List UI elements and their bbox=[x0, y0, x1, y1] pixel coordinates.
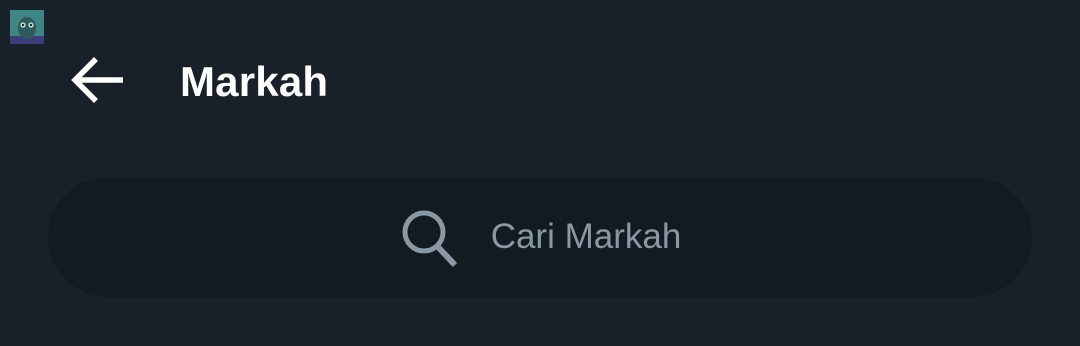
page-title: Markah bbox=[180, 58, 329, 105]
avatar-owl-icon bbox=[10, 10, 44, 44]
search-input[interactable]: Cari Markah bbox=[491, 217, 682, 257]
arrow-left-icon bbox=[68, 55, 126, 110]
search-bar[interactable]: Cari Markah bbox=[48, 177, 1032, 297]
app-header: Markah bbox=[0, 48, 1080, 118]
avatar[interactable] bbox=[10, 10, 44, 44]
back-button[interactable] bbox=[62, 54, 132, 110]
search-icon bbox=[399, 207, 459, 269]
